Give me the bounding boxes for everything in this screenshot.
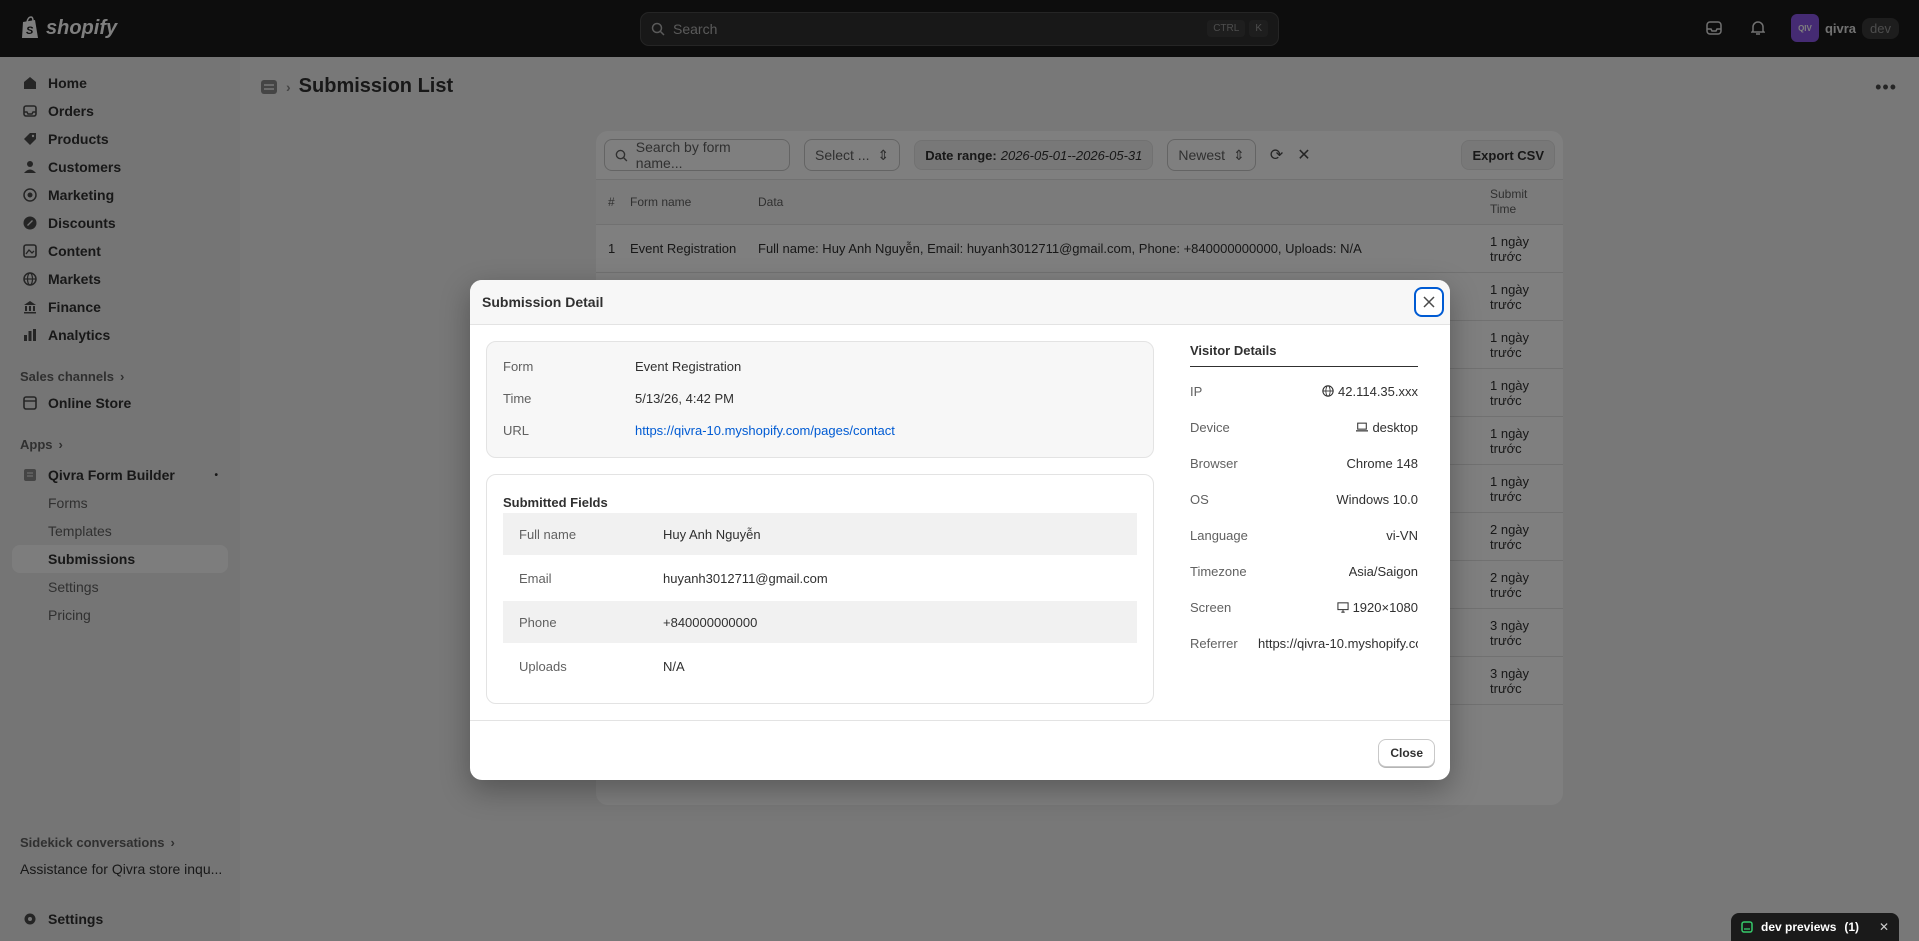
modal-footer: Close [470, 720, 1450, 780]
globe-icon [1322, 385, 1334, 397]
visitor-details: Visitor Details IP 42.114.35.xxx Device de… [1190, 341, 1418, 661]
field-value: N/A [663, 658, 685, 674]
visitor-row-language: Language vi-VN [1190, 517, 1418, 553]
field-key: Uploads [519, 658, 567, 674]
visitor-row-device: Device desktop [1190, 409, 1418, 445]
field-row: Phone +840000000000 [503, 601, 1137, 643]
submitted-fields-box: Submitted Fields Full name Huy Anh Nguyễn… [486, 474, 1154, 704]
visitor-value: desktop [1372, 419, 1418, 435]
visitor-value: Windows 10.0 [1336, 491, 1418, 507]
visitor-row-timezone: Timezone Asia/Saigon [1190, 553, 1418, 589]
visitor-value: 1920×1080 [1352, 599, 1418, 615]
visitor-value: 42.114.35.xxx [1338, 383, 1418, 399]
visitor-key: Screen [1190, 599, 1232, 615]
page-url-link[interactable]: https://qivra-10.myshopify.com/pages/con… [635, 423, 895, 438]
visitor-value: vi-VN [1386, 527, 1418, 543]
visitor-details-title: Visitor Details [1190, 341, 1418, 367]
preview-icon [1741, 921, 1753, 933]
dev-previews-label: dev previews [1761, 920, 1837, 934]
close-icon[interactable]: ✕ [1879, 920, 1889, 934]
visitor-key: Language [1190, 527, 1248, 543]
field-key: Full name [519, 526, 577, 542]
field-row: Uploads N/A [503, 645, 1137, 687]
field-key: Phone [519, 614, 557, 630]
field-row: Email huyanh3012711@gmail.com [503, 557, 1137, 599]
dev-previews-count: (1) [1844, 920, 1860, 934]
visitor-value: Asia/Saigon [1348, 563, 1418, 579]
close-label: Close [1390, 746, 1423, 760]
field-value: Huy Anh Nguyễn [663, 526, 761, 542]
visitor-value[interactable]: https://qivra-10.myshopify.com [1258, 636, 1418, 651]
meta-key: Time [503, 391, 532, 406]
visitor-key: OS [1190, 491, 1209, 507]
modal-title: Submission Detail [482, 294, 604, 310]
laptop-icon [1356, 422, 1369, 432]
meta-time: Time 5/13/26, 4:42 PM [503, 391, 734, 406]
visitor-row-referrer: Referrer https://qivra-10.myshopify.com [1190, 625, 1418, 661]
field-value: +840000000000 [663, 614, 758, 630]
visitor-row-browser: Browser Chrome 148 [1190, 445, 1418, 481]
meta-key: URL [503, 423, 530, 438]
submission-detail-modal: Submission Detail Form Event Registration… [470, 280, 1450, 780]
meta-value: 5/13/26, 4:42 PM [635, 391, 735, 406]
meta-url: URL https://qivra-10.myshopify.com/pages/… [503, 423, 895, 438]
monitor-icon [1336, 601, 1349, 613]
meta-value: Event Registration [635, 359, 742, 374]
visitor-key: Timezone [1190, 563, 1247, 579]
meta-form: Form Event Registration [503, 359, 741, 374]
visitor-key: IP [1190, 383, 1203, 399]
visitor-key: Browser [1190, 455, 1238, 471]
modal-header: Submission Detail [470, 280, 1450, 325]
visitor-value: Chrome 148 [1346, 455, 1418, 471]
visitor-row-screen: Screen 1920×1080 [1190, 589, 1418, 625]
close-button[interactable]: Close [1378, 739, 1435, 767]
visitor-row-ip: IP 42.114.35.xxx [1190, 373, 1418, 409]
field-value: huyanh3012711@gmail.com [663, 570, 828, 586]
submitted-fields-title: Submitted Fields [503, 495, 608, 510]
visitor-key: Device [1190, 419, 1230, 435]
visitor-row-os: OS Windows 10.0 [1190, 481, 1418, 517]
visitor-key: Referrer [1190, 635, 1238, 651]
submission-meta-box: Form Event Registration Time 5/13/26, 4:42… [486, 341, 1154, 458]
dev-previews-bar[interactable]: dev previews (1) ✕ [1731, 913, 1899, 941]
modal-close-button[interactable] [1414, 287, 1444, 317]
field-key: Email [519, 570, 552, 586]
close-icon [1423, 296, 1435, 308]
meta-key: Form [503, 359, 534, 374]
field-row: Full name Huy Anh Nguyễn [503, 513, 1137, 555]
